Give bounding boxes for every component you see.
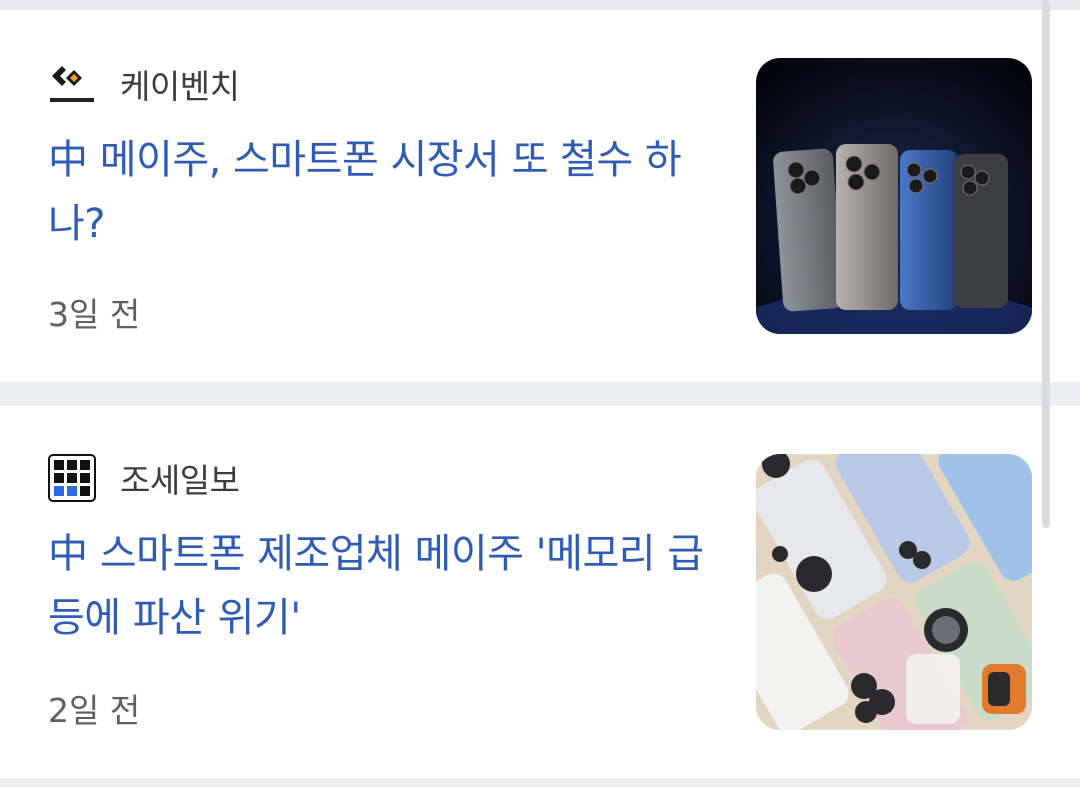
timestamp: 2일 전	[48, 691, 141, 730]
source-row[interactable]: 케이벤치	[48, 60, 240, 108]
card-divider	[0, 382, 1080, 406]
headline-link[interactable]: 中 스마트폰 제조업체 메이주 '메모리 급등에 파산 위기'	[48, 522, 728, 650]
news-card[interactable]: 케이벤치 中 메이주, 스마트폰 시장서 또 철수 하나? 3일 전	[0, 10, 1080, 382]
timestamp: 3일 전	[48, 295, 141, 334]
scrollbar[interactable]	[1042, 0, 1050, 528]
source-row[interactable]: 조세일보	[48, 454, 240, 502]
headline-link[interactable]: 中 메이주, 스마트폰 시장서 또 철수 하나?	[48, 128, 728, 256]
joseilbo-logo-icon	[48, 454, 96, 502]
source-name: 케이벤치	[120, 67, 240, 106]
kbench-logo-icon	[48, 60, 96, 108]
source-name: 조세일보	[120, 461, 240, 500]
card-divider	[0, 778, 1080, 787]
article-thumbnail[interactable]	[756, 58, 1032, 334]
article-thumbnail[interactable]	[756, 454, 1032, 730]
news-card[interactable]: 조세일보 中 스마트폰 제조업체 메이주 '메모리 급등에 파산 위기' 2일 …	[0, 406, 1080, 778]
top-divider	[0, 0, 1080, 10]
